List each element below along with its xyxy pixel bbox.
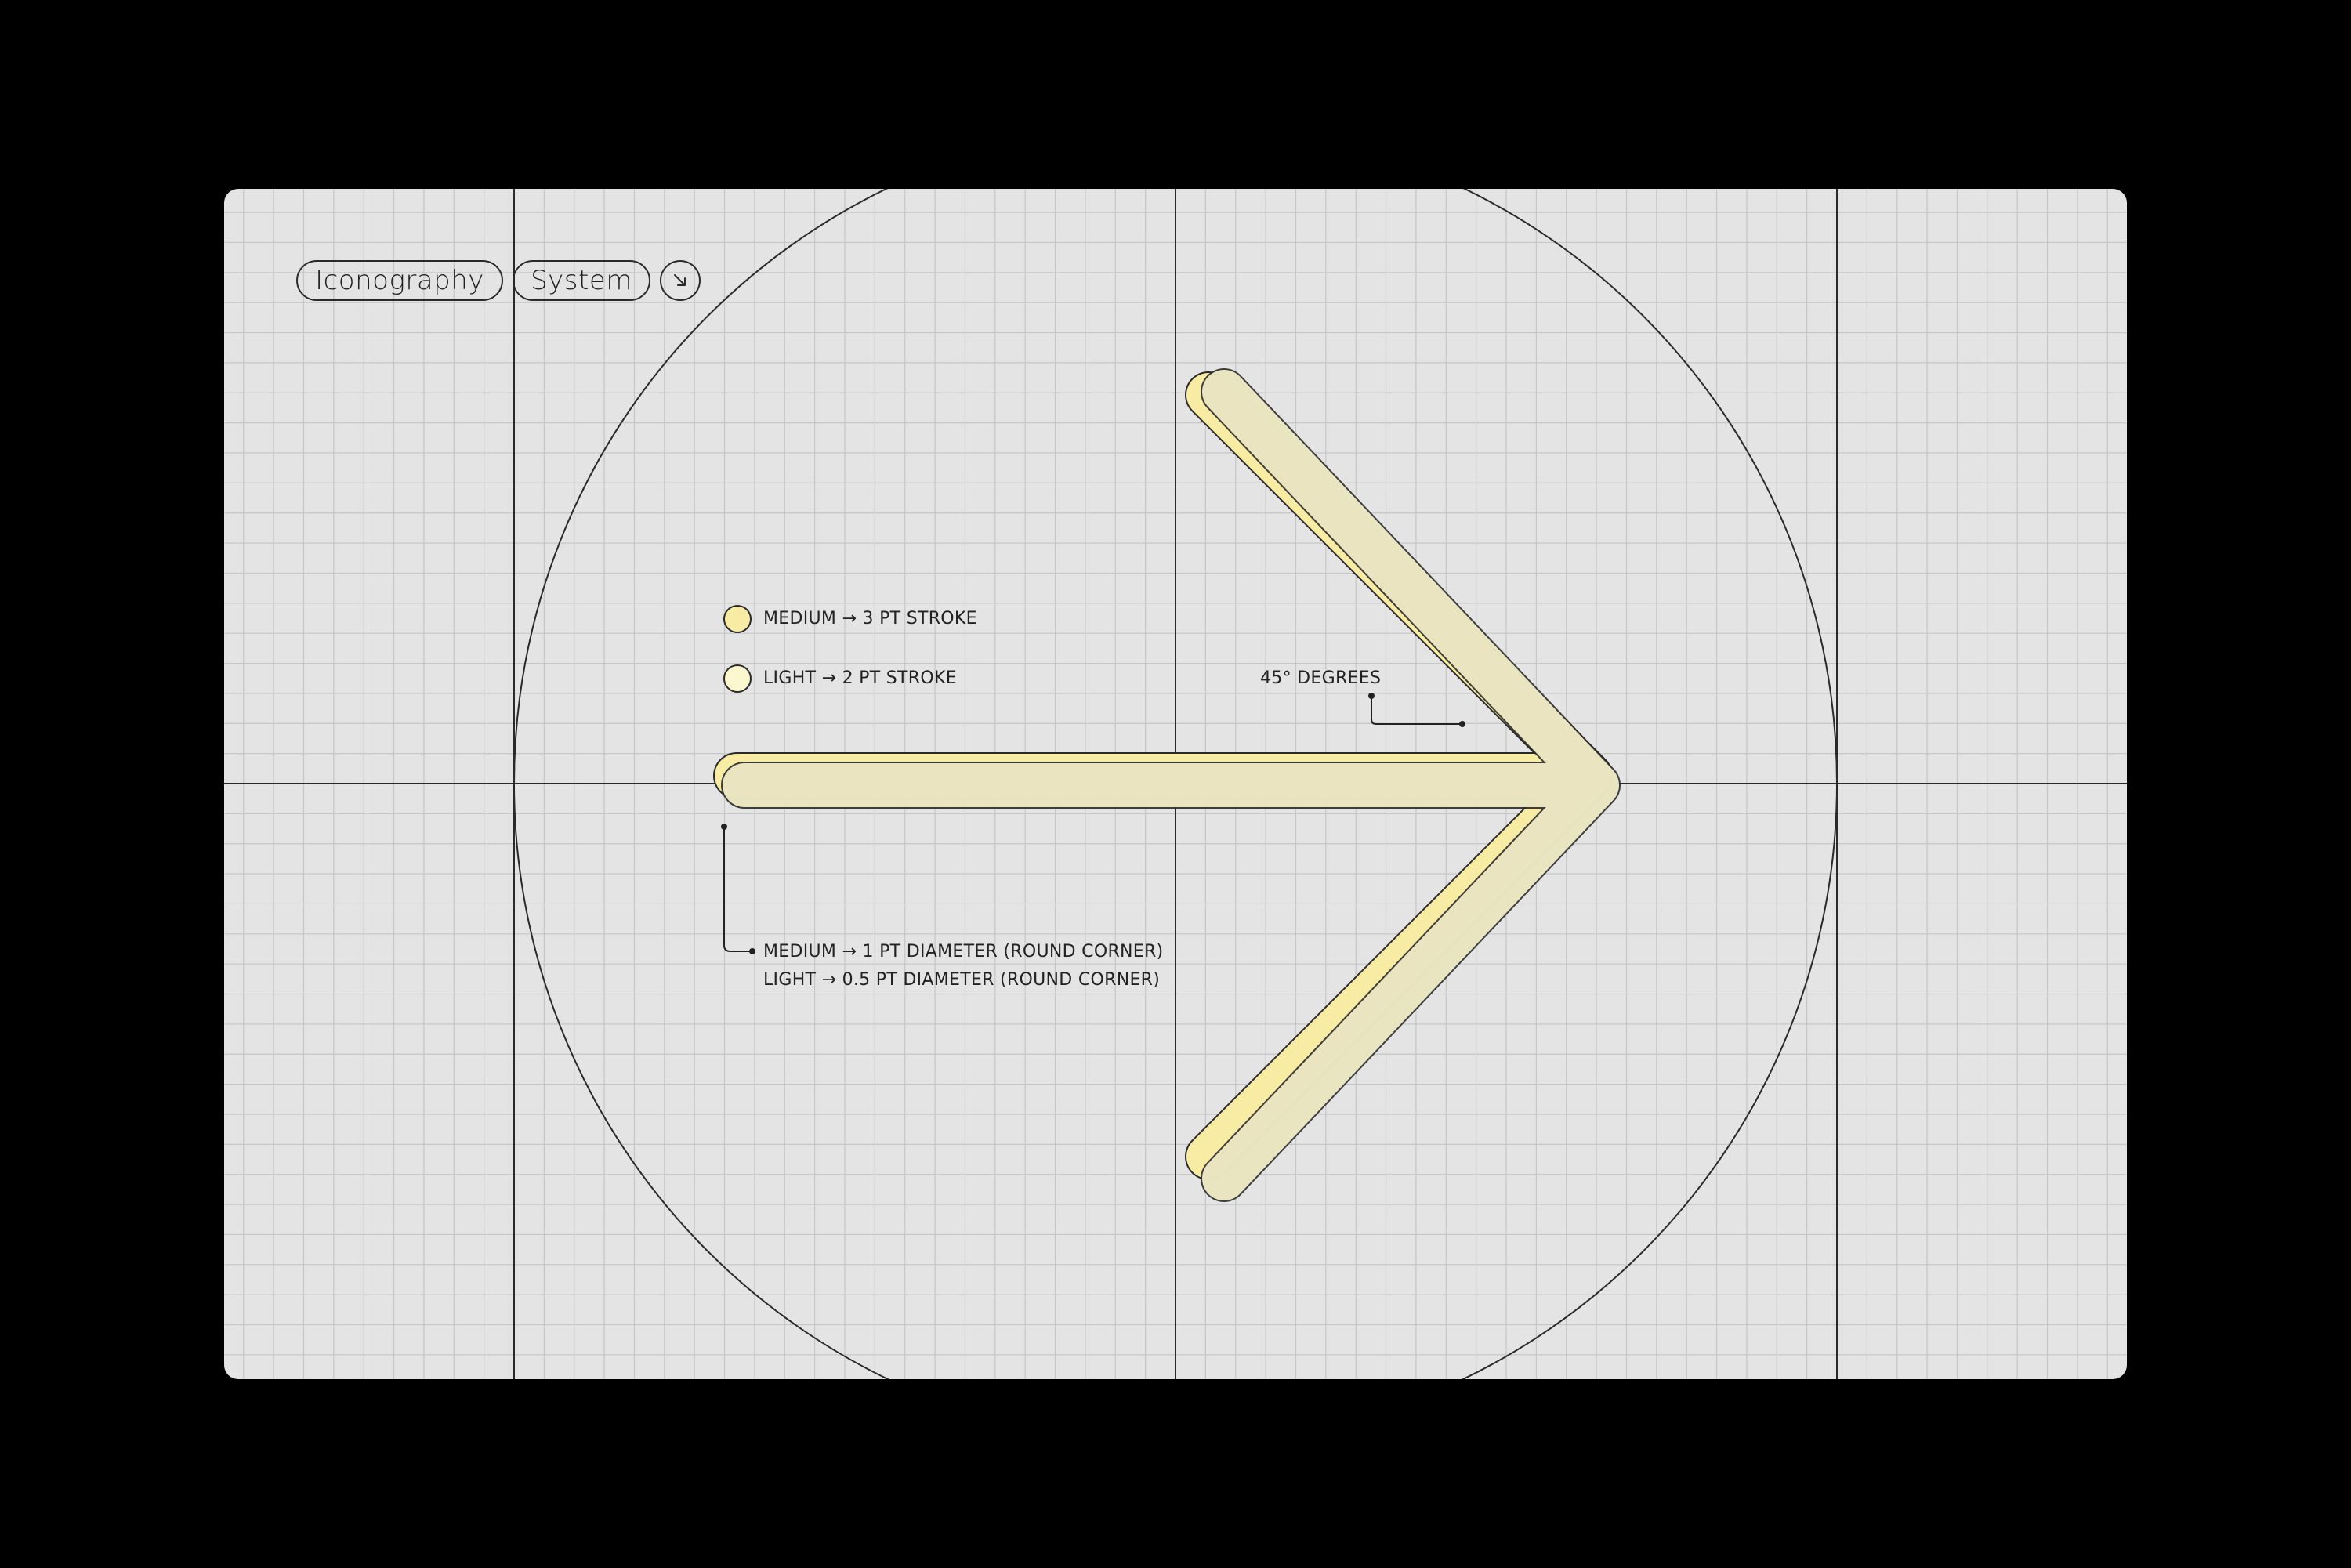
legend-light-label: LIGHT → 2 PT STROKE bbox=[763, 668, 957, 688]
arrow-button[interactable] bbox=[660, 260, 701, 301]
corner-light-annotation: LIGHT → 0.5 PT DIAMETER (ROUND CORNER) bbox=[763, 970, 1161, 990]
angle-annotation: 45° DEGREES bbox=[1260, 668, 1382, 688]
arrow-down-right-icon bbox=[674, 274, 686, 286]
diagram-canvas bbox=[224, 189, 2127, 1379]
system-pill-label: System bbox=[531, 265, 632, 296]
stage: Iconography System MEDIUM → 3 PT STROKE … bbox=[0, 0, 2351, 1568]
corner-medium-annotation: MEDIUM → 1 PT DIAMETER (ROUND CORNER) bbox=[763, 942, 1164, 961]
iconography-pill[interactable]: Iconography bbox=[296, 260, 503, 301]
legend-medium-label: MEDIUM → 3 PT STROKE bbox=[763, 609, 977, 628]
iconography-pill-label: Iconography bbox=[315, 265, 484, 296]
legend-medium-swatch bbox=[723, 605, 752, 633]
system-pill[interactable]: System bbox=[513, 260, 650, 301]
legend-light-swatch bbox=[723, 664, 752, 693]
